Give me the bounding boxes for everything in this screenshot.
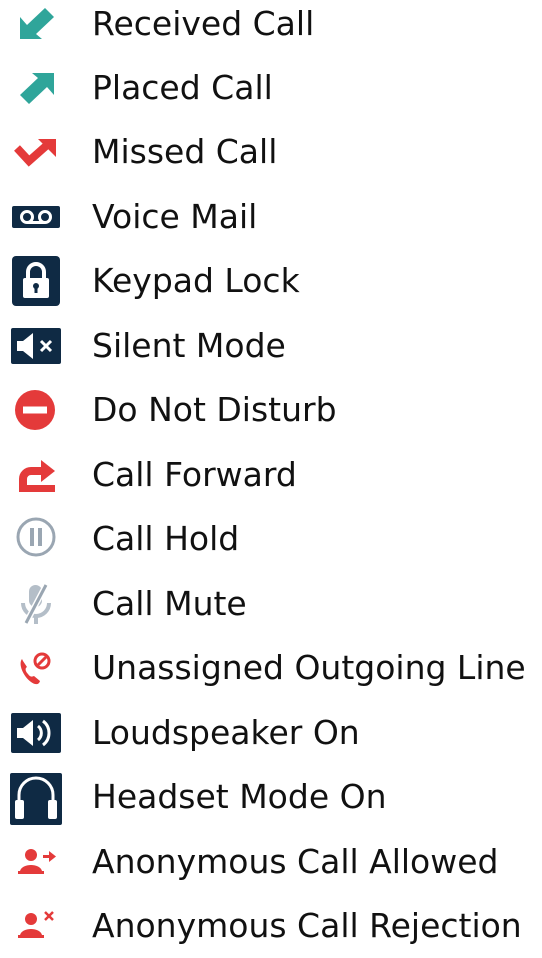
legend-item-silent-mode: Silent Mode: [0, 314, 542, 378]
anonymous-call-rejection-icon: [8, 898, 64, 954]
legend-label: Voice Mail: [92, 197, 258, 236]
legend-label: Unassigned Outgoing Line: [92, 648, 526, 687]
legend-label: Call Mute: [92, 584, 247, 623]
received-call-icon: [8, 0, 64, 52]
legend-item-headset-mode-on: Headset Mode On: [0, 765, 542, 829]
call-status-icon-legend: Received Call Placed Call Missed Call Vo…: [0, 0, 542, 951]
phone-blocked-icon: [8, 640, 64, 696]
headset-icon: [8, 769, 64, 825]
call-forward-icon: [8, 447, 64, 503]
legend-item-call-forward: Call Forward: [0, 443, 542, 507]
legend-label: Anonymous Call Rejection: [92, 906, 522, 945]
legend-item-unassigned-outgoing-line: Unassigned Outgoing Line: [0, 636, 542, 700]
legend-label: Do Not Disturb: [92, 390, 337, 429]
anonymous-call-allowed-icon: [8, 834, 64, 890]
legend-item-received-call: Received Call: [0, 0, 542, 56]
legend-item-voice-mail: Voice Mail: [0, 185, 542, 249]
legend-item-missed-call: Missed Call: [0, 120, 542, 184]
pause-icon: [8, 511, 64, 567]
legend-label: Keypad Lock: [92, 261, 300, 300]
legend-item-loudspeaker-on: Loudspeaker On: [0, 701, 542, 765]
legend-label: Missed Call: [92, 132, 278, 171]
legend-item-anonymous-call-allowed: Anonymous Call Allowed: [0, 830, 542, 894]
do-not-disturb-icon: [8, 382, 64, 438]
legend-item-anonymous-call-rejection: Anonymous Call Rejection: [0, 894, 542, 958]
speaker-muted-icon: [8, 318, 64, 374]
legend-label: Loudspeaker On: [92, 713, 360, 752]
legend-label: Call Hold: [92, 519, 240, 558]
lock-icon: [8, 253, 64, 309]
legend-label: Silent Mode: [92, 326, 286, 365]
legend-item-call-mute: Call Mute: [0, 572, 542, 636]
legend-item-call-hold: Call Hold: [0, 507, 542, 571]
speaker-on-icon: [8, 705, 64, 761]
legend-label: Headset Mode On: [92, 777, 387, 816]
legend-item-keypad-lock: Keypad Lock: [0, 249, 542, 313]
legend-label: Call Forward: [92, 455, 297, 494]
legend-label: Anonymous Call Allowed: [92, 842, 499, 881]
voicemail-icon: [8, 189, 64, 245]
microphone-muted-icon: [8, 576, 64, 632]
missed-call-icon: [8, 124, 64, 180]
legend-item-do-not-disturb: Do Not Disturb: [0, 378, 542, 442]
legend-label: Placed Call: [92, 68, 273, 107]
legend-label: Received Call: [92, 4, 315, 43]
legend-item-placed-call: Placed Call: [0, 56, 542, 120]
placed-call-icon: [8, 60, 64, 116]
